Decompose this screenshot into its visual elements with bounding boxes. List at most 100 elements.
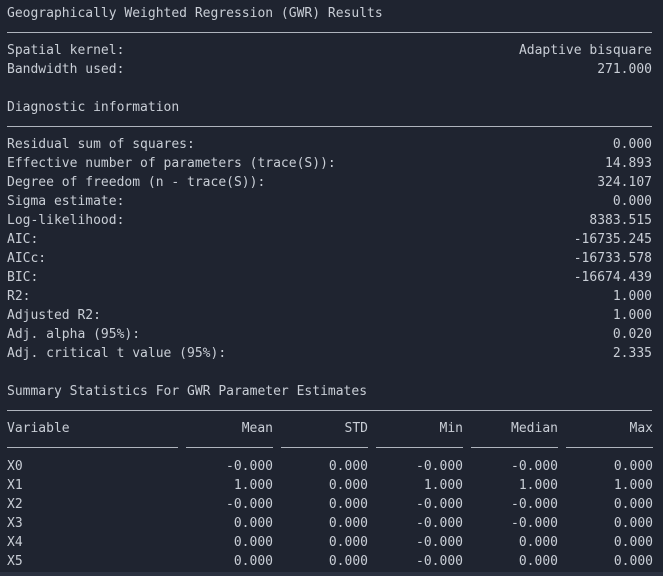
- diagnostic-label: Residual sum of squares:: [7, 137, 195, 152]
- diagnostic-value: 2.335: [612, 346, 652, 361]
- diagnostic-row: Adj. critical t value (95%): 2.335: [7, 344, 652, 363]
- column-underline: [281, 447, 368, 448]
- diagnostic-value: 1.000: [612, 308, 652, 323]
- variable-cell: X2: [7, 497, 23, 512]
- column-header: Max: [629, 421, 653, 436]
- value-cell: -0.000: [416, 535, 463, 550]
- diagnostic-row: Adj. alpha (95%): 0.020: [7, 325, 652, 344]
- value-cell: 1.000: [233, 478, 273, 493]
- value-cell: 0.000: [613, 516, 653, 531]
- diagnostic-value: 0.000: [612, 194, 652, 209]
- window-bottom-edge: [0, 572, 663, 576]
- value-cell: -0.000: [416, 554, 463, 569]
- diagnostic-label: Log-likelihood:: [7, 213, 125, 228]
- table-row: X0 -0.000 0.000 -0.000 -0.000 0.000: [7, 457, 653, 476]
- diagnostic-value: -16733.578: [573, 251, 652, 266]
- column-header: Variable: [7, 421, 70, 436]
- variable-cell: X0: [7, 459, 23, 474]
- diagnostic-value: 0.000: [612, 137, 652, 152]
- gwr-results-output: Geographically Weighted Regression (GWR)…: [7, 4, 653, 571]
- diagnostic-row: Degree of freedom (n - trace(S)): 324.107: [7, 173, 652, 192]
- diagnostic-value: -16735.245: [573, 232, 652, 247]
- column-header: STD: [344, 421, 368, 436]
- diagnostic-label: Effective number of parameters (trace(S)…: [7, 156, 336, 171]
- value-cell: 0.000: [613, 535, 653, 550]
- diagnostic-label: AICc:: [7, 251, 47, 266]
- table-header-row: Variable Mean STD Min Median Max: [7, 419, 653, 438]
- diagnostic-value: -16674.439: [573, 270, 652, 285]
- diagnostic-value: 324.107: [597, 175, 652, 190]
- diagnostic-row: Log-likelihood: 8383.515: [7, 211, 652, 230]
- value-cell: 0.000: [328, 516, 368, 531]
- table-row: X1 1.000 0.000 1.000 1.000 1.000: [7, 476, 653, 495]
- header-underline-row: [7, 438, 653, 457]
- model-label: Bandwidth used:: [7, 62, 125, 77]
- table-row: X2 -0.000 0.000 -0.000 -0.000 0.000: [7, 495, 653, 514]
- column-underline: [186, 447, 273, 448]
- diagnostic-row: R2: 1.000: [7, 287, 652, 306]
- value-cell: 0.000: [328, 497, 368, 512]
- variable-cell: X4: [7, 535, 23, 550]
- diagnostic-list: Residual sum of squares: 0.000 Effective n…: [7, 135, 652, 363]
- value-cell: -0.000: [511, 516, 558, 531]
- results-title: Geographically Weighted Regression (GWR)…: [7, 6, 383, 21]
- model-label: Spatial kernel:: [7, 43, 125, 58]
- diagnostic-label: Degree of freedom (n - trace(S)):: [7, 175, 266, 190]
- model-value: 271.000: [597, 62, 652, 77]
- diagnostic-row: Residual sum of squares: 0.000: [7, 135, 652, 154]
- value-cell: -0.000: [416, 497, 463, 512]
- diagnostic-value: 14.893: [605, 156, 652, 171]
- value-cell: 0.000: [328, 535, 368, 550]
- value-cell: -0.000: [511, 497, 558, 512]
- value-cell: 1.000: [518, 478, 558, 493]
- title-rule: [7, 32, 652, 33]
- model-row-bandwidth: Bandwidth used: 271.000: [7, 60, 652, 79]
- table-row: X3 0.000 0.000 -0.000 -0.000 0.000: [7, 514, 653, 533]
- value-cell: 1.000: [613, 478, 653, 493]
- value-cell: 0.000: [613, 497, 653, 512]
- variable-cell: X5: [7, 554, 23, 569]
- value-cell: -0.000: [416, 459, 463, 474]
- column-underline: [7, 447, 178, 448]
- diagnostic-row: AIC: -16735.245: [7, 230, 652, 249]
- value-cell: 0.000: [613, 459, 653, 474]
- value-cell: 1.000: [423, 478, 463, 493]
- value-cell: 0.000: [233, 554, 273, 569]
- diagnostic-row: Effective number of parameters (trace(S)…: [7, 154, 652, 173]
- diagnostic-label: Sigma estimate:: [7, 194, 125, 209]
- model-row-kernel: Spatial kernel: Adaptive bisquare: [7, 41, 652, 60]
- diagnostic-row: Adjusted R2: 1.000: [7, 306, 652, 325]
- diagnostic-label: Adj. critical t value (95%):: [7, 346, 227, 361]
- value-cell: 0.000: [233, 516, 273, 531]
- variable-cell: X1: [7, 478, 23, 493]
- value-cell: 0.000: [518, 535, 558, 550]
- column-underline: [566, 447, 653, 448]
- column-header: Mean: [241, 421, 273, 436]
- column-header: Median: [511, 421, 558, 436]
- value-cell: 0.000: [328, 478, 368, 493]
- diagnostic-row: AICc: -16733.578: [7, 249, 652, 268]
- diagnostic-row: BIC: -16674.439: [7, 268, 652, 287]
- parameter-estimates-table: Variable Mean STD Min Median Max X0 -0.00…: [7, 419, 653, 571]
- diagnostic-label: AIC:: [7, 232, 39, 247]
- column-underline: [376, 447, 463, 448]
- value-cell: 0.000: [328, 459, 368, 474]
- summary-title: Summary Statistics For GWR Parameter Est…: [7, 384, 368, 399]
- diagnostic-label: Adjusted R2:: [7, 308, 101, 323]
- value-cell: -0.000: [226, 459, 273, 474]
- diagnostic-title: Diagnostic information: [7, 100, 180, 115]
- diagnostic-value: 1.000: [612, 289, 652, 304]
- column-underline: [471, 447, 558, 448]
- value-cell: 0.000: [328, 554, 368, 569]
- value-cell: 0.000: [233, 535, 273, 550]
- diagnostic-label: R2:: [7, 289, 31, 304]
- value-cell: -0.000: [226, 497, 273, 512]
- summary-rule: [7, 410, 652, 411]
- diagnostic-value: 0.020: [612, 327, 652, 342]
- diagnostic-label: BIC:: [7, 270, 39, 285]
- diagnostic-row: Sigma estimate: 0.000: [7, 192, 652, 211]
- diagnostic-label: Adj. alpha (95%):: [7, 327, 141, 342]
- value-cell: 0.000: [613, 554, 653, 569]
